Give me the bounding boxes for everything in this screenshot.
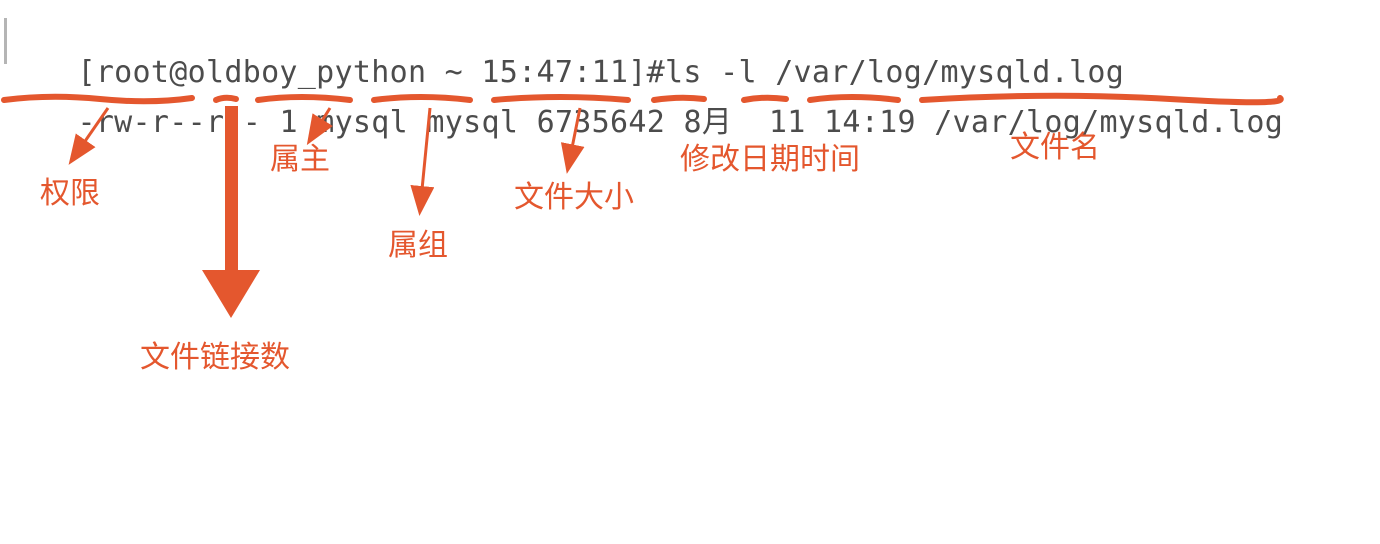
label-mtime: 修改日期时间 <box>680 134 860 178</box>
label-filename: 文件名 <box>1010 122 1100 166</box>
diagram-stage: [root@oldboy_python ~ 15:47:11]#ls -l /v… <box>0 0 1380 544</box>
field-filename: /var/log/mysqld.log <box>934 105 1283 140</box>
label-owner: 属主 <box>270 134 330 178</box>
field-size: 6735642 <box>537 105 666 140</box>
label-size: 文件大小 <box>514 172 634 216</box>
label-links: 文件链接数 <box>140 332 290 376</box>
field-permissions: -rw-r--r-- <box>77 105 261 140</box>
label-group: 属组 <box>388 220 448 264</box>
label-permissions: 权限 <box>40 168 100 212</box>
field-group: mysql <box>426 105 518 140</box>
